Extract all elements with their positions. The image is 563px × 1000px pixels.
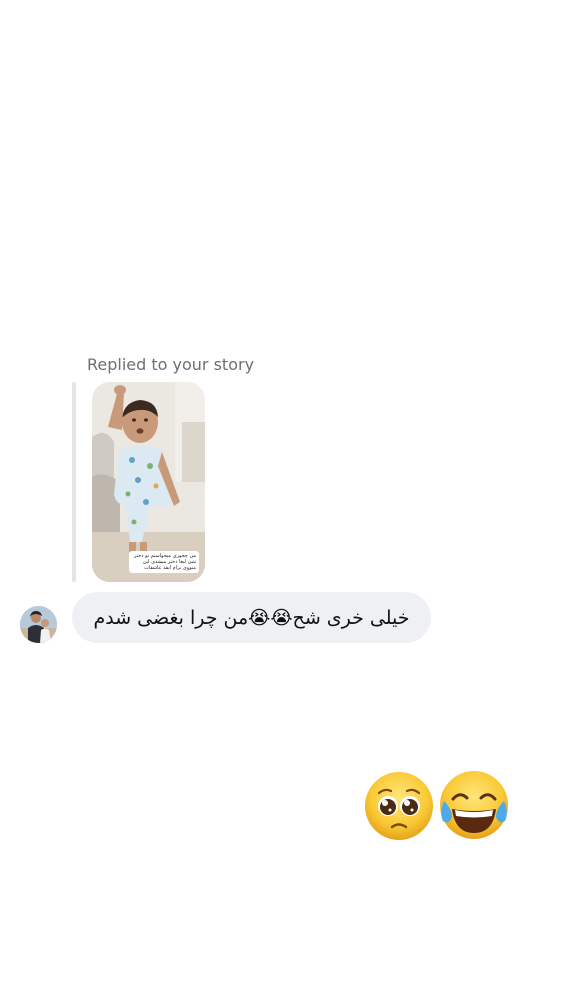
avatar-photo [20,606,57,643]
story-text-sticker: من چجوری میخواستم تو دختر شی لبغا دختر م… [129,551,199,573]
avatar[interactable] [20,606,57,643]
reply-quote-bar [72,382,76,582]
story-thumbnail[interactable]: من چجوری میخواستم تو دختر شی لبغا دختر م… [92,382,205,582]
pleading-face-icon[interactable] [362,769,436,843]
story-overlay-line: منووی برام انقد عاشقات [144,565,196,571]
face-with-tears-of-joy-icon[interactable] [437,769,511,843]
reply-caption: Replied to your story [87,355,255,374]
message-text: خیلی خری شح😭😭من چرا بغضی شدم [93,606,410,629]
message-bubble[interactable]: خیلی خری شح😭😭من چرا بغضی شدم [72,592,431,643]
